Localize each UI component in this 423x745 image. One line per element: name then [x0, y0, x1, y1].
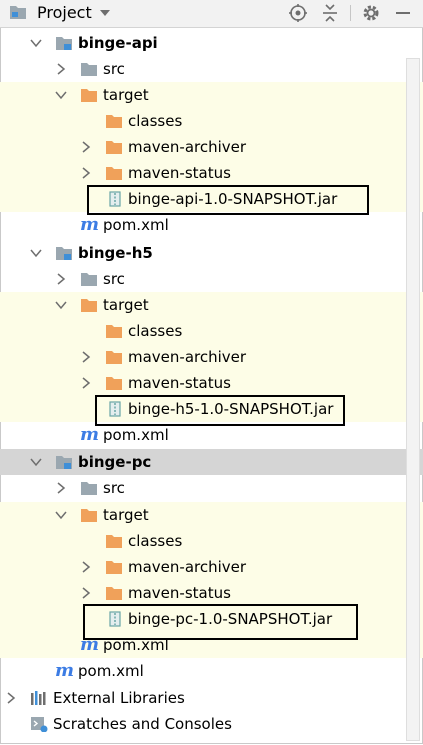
project-tree: binge-api src target classes maven-archi…: [0, 28, 423, 745]
chevron-right-icon[interactable]: [80, 377, 92, 389]
folder-label: src: [103, 60, 125, 78]
excluded-folder-icon: [106, 141, 122, 154]
excluded-folder-icon: [81, 89, 97, 102]
excluded-folder-icon: [81, 509, 97, 522]
folder-label: maven-archiver: [128, 558, 247, 576]
tree-row-target[interactable]: target: [0, 502, 423, 528]
library-icon: [31, 691, 46, 705]
module-name: binge-pc: [78, 453, 152, 471]
folder-label: src: [103, 270, 125, 288]
folder-icon: [81, 482, 97, 495]
maven-icon: m: [80, 424, 100, 445]
tree-row-maven-archiver[interactable]: maven-archiver: [0, 554, 423, 580]
chevron-right-icon[interactable]: [80, 351, 92, 363]
tree-row-pom[interactable]: m pom.xml: [0, 422, 423, 448]
folder-label: classes: [128, 322, 183, 340]
maven-icon: m: [80, 214, 100, 235]
folder-icon: [81, 273, 97, 286]
file-label: pom.xml: [78, 662, 144, 680]
locate-icon[interactable]: [288, 3, 308, 23]
project-view-title[interactable]: Project: [37, 3, 92, 23]
chevron-right-icon[interactable]: [80, 587, 92, 599]
chevron-down-icon[interactable]: [100, 10, 110, 16]
folder-label: maven-archiver: [128, 138, 247, 156]
tree-row-scratches[interactable]: Scratches and Consoles: [0, 711, 423, 737]
gear-icon[interactable]: [361, 3, 381, 23]
module-folder-icon: [56, 247, 72, 260]
folder-label: target: [103, 296, 149, 314]
excluded-folder-icon: [106, 561, 122, 574]
scratches-icon: [31, 717, 48, 732]
tree-row-src[interactable]: src: [0, 475, 423, 501]
tree-row-src[interactable]: src: [0, 56, 423, 82]
folder-label: src: [103, 479, 125, 497]
tree-row-maven-archiver[interactable]: maven-archiver: [0, 344, 423, 370]
excluded-folder-icon: [106, 535, 122, 548]
folder-label: maven-archiver: [128, 348, 247, 366]
tree-row-target[interactable]: target: [0, 292, 423, 318]
module-name: binge-api: [78, 34, 158, 52]
scratches-label: Scratches and Consoles: [53, 715, 232, 733]
module-name: binge-h5: [78, 244, 153, 262]
tree-row-external-libraries[interactable]: External Libraries: [0, 685, 423, 711]
chevron-down-icon[interactable]: [30, 456, 42, 468]
excluded-folder-icon: [106, 115, 122, 128]
folder-label: classes: [128, 112, 183, 130]
folder-label: target: [103, 506, 149, 524]
tree-row-pom[interactable]: m pom.xml: [0, 212, 423, 238]
tree-row-maven-status[interactable]: maven-status: [0, 160, 423, 186]
toolbar-separator: [350, 5, 351, 21]
tree-row-classes[interactable]: classes: [0, 528, 423, 554]
tree-row-target[interactable]: target: [0, 82, 423, 108]
excluded-folder-icon: [106, 325, 122, 338]
tree-row-src[interactable]: src: [0, 266, 423, 292]
folder-label: maven-status: [128, 374, 231, 392]
chevron-down-icon[interactable]: [30, 37, 42, 49]
maven-icon: m: [55, 660, 75, 681]
folder-label: maven-status: [128, 584, 231, 602]
highlight-box: [87, 185, 369, 215]
chevron-right-icon[interactable]: [55, 482, 67, 494]
highlight-box: [83, 604, 358, 640]
excluded-folder-icon: [106, 167, 122, 180]
folder-icon: [81, 63, 97, 76]
chevron-right-icon[interactable]: [55, 63, 67, 75]
excluded-folder-icon: [106, 587, 122, 600]
excluded-folder-icon: [106, 377, 122, 390]
tree-row-module-binge-h5[interactable]: binge-h5: [0, 240, 423, 266]
excluded-folder-icon: [106, 351, 122, 364]
chevron-down-icon[interactable]: [55, 509, 67, 521]
chevron-right-icon[interactable]: [55, 273, 67, 285]
tree-row-classes[interactable]: classes: [0, 108, 423, 134]
chevron-right-icon[interactable]: [80, 141, 92, 153]
module-folder-icon: [56, 456, 72, 469]
tree-row-maven-status[interactable]: maven-status: [0, 370, 423, 396]
vertical-scrollbar[interactable]: [406, 58, 420, 741]
folder-label: classes: [128, 532, 183, 550]
tree-row-maven-status[interactable]: maven-status: [0, 580, 423, 606]
collapse-all-icon[interactable]: [320, 3, 340, 23]
chevron-right-icon[interactable]: [5, 692, 17, 704]
project-header: Project: [0, 0, 423, 28]
chevron-down-icon[interactable]: [30, 247, 42, 259]
tree-row-root-pom[interactable]: m pom.xml: [0, 658, 423, 684]
chevron-down-icon[interactable]: [55, 299, 67, 311]
tree-row-classes[interactable]: classes: [0, 318, 423, 344]
folder-label: maven-status: [128, 164, 231, 182]
file-label: pom.xml: [103, 216, 169, 234]
chevron-right-icon[interactable]: [80, 167, 92, 179]
tree-row-module-binge-api[interactable]: binge-api: [0, 30, 423, 56]
excluded-folder-icon: [81, 299, 97, 312]
tree-row-maven-archiver[interactable]: maven-archiver: [0, 134, 423, 160]
chevron-right-icon[interactable]: [80, 561, 92, 573]
hide-icon[interactable]: [393, 3, 413, 23]
file-label: pom.xml: [103, 426, 169, 444]
folder-label: target: [103, 86, 149, 104]
chevron-down-icon[interactable]: [55, 89, 67, 101]
module-folder-icon: [56, 37, 72, 50]
external-libraries-label: External Libraries: [53, 689, 185, 707]
project-folder-icon: [10, 6, 26, 19]
tree-row-module-binge-pc[interactable]: binge-pc: [0, 449, 423, 475]
